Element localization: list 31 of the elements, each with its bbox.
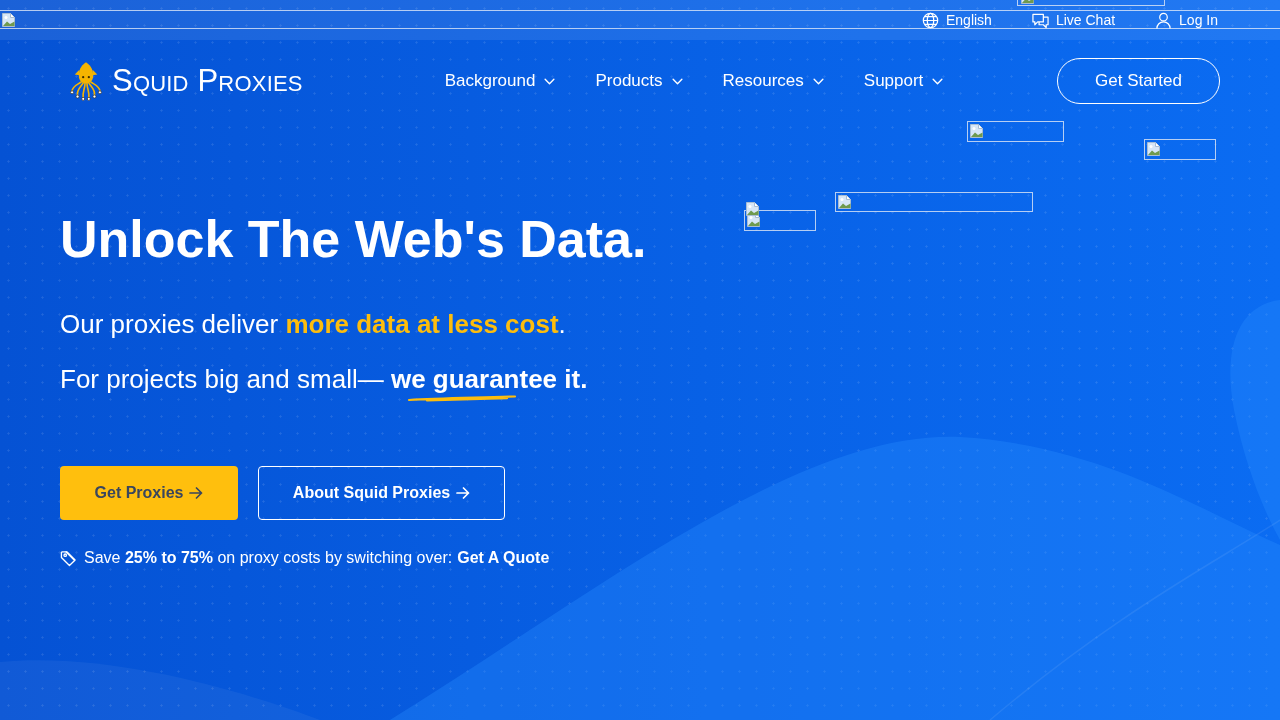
nav-menu-item[interactable]: Resources — [722, 71, 824, 91]
savings-note: Save 25% to 75% on proxy costs by switching over: — [84, 548, 453, 568]
top-bar-link[interactable]: Log In — [1155, 11, 1218, 29]
arrow-right-icon — [189, 487, 204, 499]
about-button[interactable]: About Squid Proxies — [258, 466, 505, 520]
broken-image-icon — [969, 123, 985, 139]
logo-text[interactable]: Squid Proxies — [112, 63, 303, 99]
globe-icon — [922, 11, 939, 29]
tag-icon — [60, 549, 77, 567]
top-bar-link[interactable]: English — [922, 11, 992, 29]
squid-logo-icon — [70, 61, 102, 101]
nav-menu-item[interactable]: Support — [863, 71, 944, 91]
broken-image-icon — [1, 12, 17, 28]
hero-title: Unlock The Web's Data. — [60, 209, 647, 270]
top-bar-link[interactable]: Live Chat — [1031, 11, 1116, 29]
chevron-down-icon — [932, 77, 944, 85]
nav-menu-item[interactable]: Background — [444, 71, 556, 91]
get-proxies-button[interactable]: Get Proxies — [60, 466, 238, 520]
user-icon — [1155, 11, 1173, 29]
hero-subtitle: Our proxies deliver more data at less cost. — [60, 308, 566, 340]
nav-menu-item[interactable]: Products — [595, 71, 683, 91]
chevron-down-icon — [812, 77, 824, 85]
broken-image-icon — [1146, 141, 1162, 157]
broken-image-icon — [837, 194, 853, 210]
chevron-down-icon — [671, 77, 683, 85]
chevron-down-icon — [544, 77, 556, 85]
chat-icon — [1031, 11, 1049, 29]
hero-subtitle: For projects big and small— we guarantee it. — [60, 363, 588, 395]
squiggle-underline-icon — [407, 394, 517, 402]
arrow-right-icon — [456, 487, 471, 499]
get-quote-link[interactable]: Get A Quote — [457, 547, 550, 569]
